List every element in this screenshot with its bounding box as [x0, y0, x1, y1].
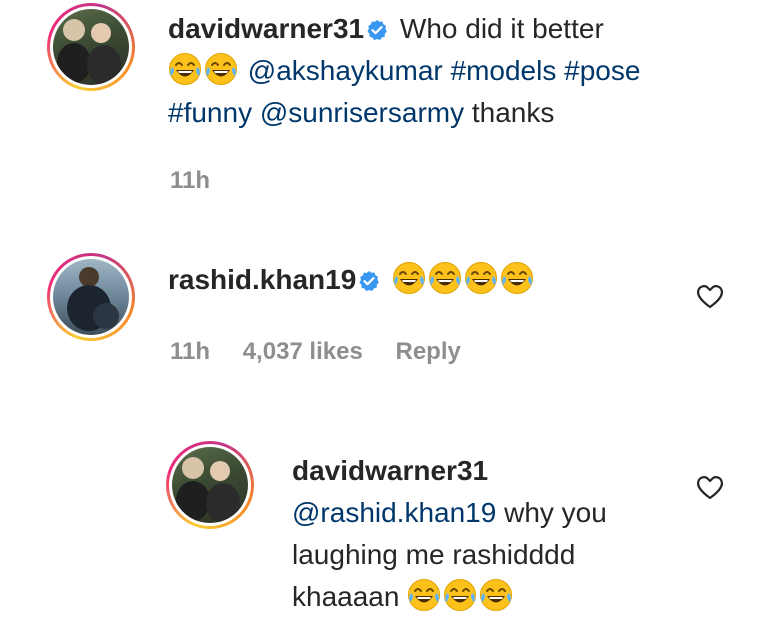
- face-with-tears-of-joy-icon: [407, 578, 441, 612]
- hashtag-link[interactable]: #models: [451, 55, 557, 86]
- face-with-tears-of-joy-icon: [479, 578, 513, 612]
- comment-body: rashid.khan19: [168, 259, 668, 301]
- comment-text: laughing me rashidddd: [292, 539, 576, 570]
- face-with-tears-of-joy-icon: [204, 52, 238, 86]
- heart-icon[interactable]: [696, 283, 724, 309]
- profile-photo: [172, 447, 248, 523]
- mention-link[interactable]: @sunrisersarmy: [260, 97, 464, 128]
- comment-text: thanks: [471, 97, 555, 128]
- verified-badge-icon: [358, 270, 380, 292]
- timestamp[interactable]: 11h: [170, 338, 210, 365]
- username[interactable]: rashid.khan19: [168, 264, 356, 295]
- reply-button[interactable]: Reply: [395, 338, 460, 365]
- verified-badge-icon: [366, 19, 388, 41]
- face-with-tears-of-joy-icon: [428, 261, 462, 295]
- face-with-tears-of-joy-icon: [392, 261, 426, 295]
- comment-text: why you: [504, 497, 607, 528]
- comment-meta: 11h: [170, 167, 236, 195]
- likes-count[interactable]: 4,037 likes: [243, 338, 363, 365]
- face-with-tears-of-joy-icon: [500, 261, 534, 295]
- hashtag-link[interactable]: #funny: [168, 97, 252, 128]
- timestamp[interactable]: 11h: [170, 167, 210, 194]
- heart-icon[interactable]: [696, 474, 724, 500]
- avatar-davidwarner31[interactable]: [47, 3, 135, 91]
- mention-link[interactable]: @akshaykumar: [248, 55, 443, 86]
- face-with-tears-of-joy-icon: [464, 261, 498, 295]
- face-with-tears-of-joy-icon: [168, 52, 202, 86]
- reply-body: davidwarner31 @rashid.khan19 why you lau…: [292, 450, 682, 618]
- profile-photo: [53, 9, 129, 85]
- profile-photo: [53, 259, 129, 335]
- face-with-tears-of-joy-icon: [443, 578, 477, 612]
- hashtag-link[interactable]: #pose: [564, 55, 640, 86]
- comment-text: Who did it better: [399, 13, 604, 44]
- mention-link[interactable]: @rashid.khan19: [292, 497, 496, 528]
- avatar-davidwarner31[interactable]: [166, 441, 254, 529]
- username[interactable]: davidwarner31: [168, 13, 364, 44]
- username[interactable]: davidwarner31: [292, 455, 488, 486]
- comment-text: khaaaan: [292, 581, 400, 612]
- comment-body: davidwarner31 Who did it better @akshayk…: [168, 8, 728, 134]
- comment-meta: 11h 4,037 likes Reply: [170, 338, 487, 366]
- avatar-rashid-khan19[interactable]: [47, 253, 135, 341]
